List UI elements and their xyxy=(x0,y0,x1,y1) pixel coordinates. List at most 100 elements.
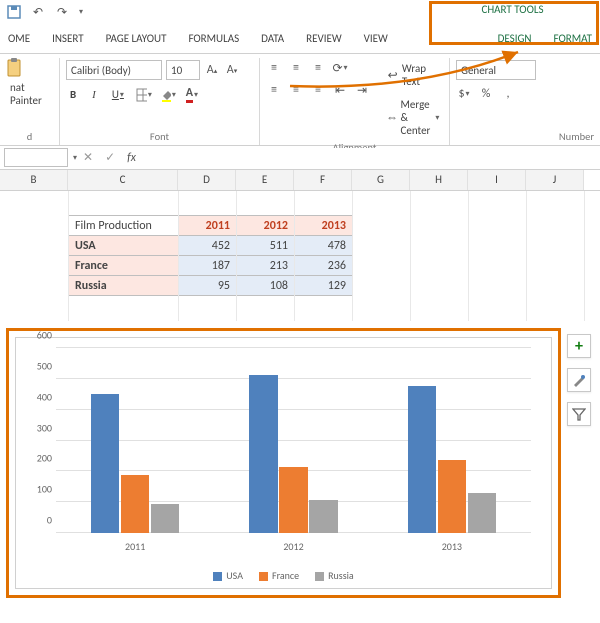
col-header-D[interactable]: D xyxy=(178,170,236,190)
table-cell[interactable]: 187 xyxy=(179,256,237,276)
col-header-E[interactable]: E xyxy=(236,170,294,190)
col-header-F[interactable]: F xyxy=(294,170,352,190)
formula-input[interactable] xyxy=(142,148,600,167)
increase-font-icon[interactable]: A▴ xyxy=(204,62,220,78)
merge-center-button[interactable]: ⇔ Merge & Center▾ xyxy=(382,96,443,139)
bar-france[interactable] xyxy=(438,460,467,533)
tab-data[interactable]: DATA xyxy=(259,30,286,47)
enter-icon[interactable]: ✓ xyxy=(99,150,121,165)
col-header-H[interactable]: H xyxy=(410,170,468,190)
table-cell[interactable]: 108 xyxy=(237,276,295,296)
indent-dec-icon[interactable]: ⇤ xyxy=(332,82,348,98)
wrap-text-button[interactable]: ↩ Wrap Text xyxy=(382,60,443,90)
wrap-text-icon: ↩ xyxy=(386,67,399,83)
tab-view[interactable]: VIEW xyxy=(362,30,390,47)
paste-icon[interactable] xyxy=(6,60,22,76)
data-table: Film Production201120122013 USA452511478 F… xyxy=(68,215,353,296)
table-cell[interactable]: 511 xyxy=(237,236,295,256)
bar-france[interactable] xyxy=(121,475,150,533)
indent-inc-icon[interactable]: ⇥ xyxy=(354,82,370,98)
undo-icon[interactable]: ↶ xyxy=(30,4,46,20)
legend-swatch xyxy=(315,572,324,581)
chart-legend[interactable]: USA France Russia xyxy=(16,569,551,582)
gridline xyxy=(56,347,531,348)
col-header-I[interactable]: I xyxy=(468,170,526,190)
chart-filters-button[interactable] xyxy=(567,402,591,426)
font-color-icon[interactable]: A▾ xyxy=(184,87,200,103)
table-cell[interactable]: 452 xyxy=(179,236,237,256)
legend-item[interactable]: Russia xyxy=(315,569,354,582)
table-header-title[interactable]: Film Production xyxy=(69,216,179,236)
save-icon[interactable] xyxy=(6,4,22,20)
table-row-label[interactable]: Russia xyxy=(69,276,179,296)
legend-item[interactable]: USA xyxy=(213,569,243,582)
col-header-B[interactable]: B xyxy=(0,170,68,190)
tab-design[interactable]: DESIGN xyxy=(496,30,534,47)
chart-object[interactable]: 0100200300400500600201120122013 USA Franc… xyxy=(6,328,561,598)
bar-russia[interactable] xyxy=(151,504,180,533)
fx-icon[interactable]: fx xyxy=(121,151,142,165)
border-icon[interactable]: ▾ xyxy=(136,87,152,103)
table-cell[interactable]: 236 xyxy=(295,256,353,276)
format-painter-button[interactable]: nat Painter xyxy=(6,79,53,109)
align-right-icon[interactable]: ≡ xyxy=(310,82,326,98)
bar-russia[interactable] xyxy=(468,493,497,533)
funnel-icon xyxy=(572,407,586,421)
chart-elements-button[interactable]: + xyxy=(567,334,591,358)
align-bottom-icon[interactable]: ≡ xyxy=(310,60,326,76)
merge-label: Merge & Center xyxy=(401,98,435,137)
formula-bar: ▾ ✕ ✓ fx xyxy=(0,146,600,170)
number-format-select[interactable]: General xyxy=(456,60,536,80)
underline-button[interactable]: U▾ xyxy=(108,86,128,103)
table-cell[interactable]: 213 xyxy=(237,256,295,276)
comma-icon[interactable]: , xyxy=(500,86,516,102)
gridline xyxy=(56,409,531,410)
bar-usa[interactable] xyxy=(91,394,120,533)
decrease-font-icon[interactable]: A▾ xyxy=(224,62,240,78)
bold-button[interactable]: B xyxy=(66,86,80,103)
table-row-label[interactable]: USA xyxy=(69,236,179,256)
tab-formulas[interactable]: FORMULAS xyxy=(186,30,241,47)
italic-button[interactable]: I xyxy=(88,87,100,103)
font-size-select[interactable]: 10 xyxy=(166,60,200,80)
plot-area[interactable]: 0100200300400500600201120122013 xyxy=(56,348,531,533)
table-header-year[interactable]: 2013 xyxy=(295,216,353,236)
col-header-C[interactable]: C xyxy=(68,170,178,190)
redo-icon[interactable]: ↷ xyxy=(54,4,70,20)
table-cell[interactable]: 478 xyxy=(295,236,353,256)
tab-page-layout[interactable]: PAGE LAYOUT xyxy=(104,30,169,47)
table-cell[interactable]: 95 xyxy=(179,276,237,296)
align-top-icon[interactable]: ≡ xyxy=(266,60,282,76)
bar-usa[interactable] xyxy=(249,375,278,533)
bar-france[interactable] xyxy=(279,467,308,533)
align-center-icon[interactable]: ≡ xyxy=(288,82,304,98)
tab-insert[interactable]: INSERT xyxy=(50,30,86,47)
table-header-year[interactable]: 2012 xyxy=(237,216,295,236)
chart-side-buttons: + xyxy=(567,334,591,426)
table-cell[interactable]: 129 xyxy=(295,276,353,296)
legend-item[interactable]: France xyxy=(259,569,299,582)
cancel-icon[interactable]: ✕ xyxy=(77,150,99,165)
col-header-G[interactable]: G xyxy=(352,170,410,190)
qat-dropdown-icon[interactable]: ▾ xyxy=(79,7,83,17)
tab-format[interactable]: FORMAT xyxy=(552,30,594,47)
align-left-icon[interactable]: ≡ xyxy=(266,82,282,98)
accounting-icon[interactable]: $▾ xyxy=(456,86,472,102)
font-family-select[interactable]: Calibri (Body) xyxy=(66,60,162,80)
chart-area[interactable]: 0100200300400500600201120122013 USA Franc… xyxy=(15,337,552,589)
tab-home[interactable]: OME xyxy=(6,30,32,47)
orientation-icon[interactable]: ⟳▾ xyxy=(332,60,348,76)
table-row-label[interactable]: France xyxy=(69,256,179,276)
bar-russia[interactable] xyxy=(309,500,338,533)
col-header-J[interactable]: J xyxy=(526,170,584,190)
legend-swatch xyxy=(259,572,268,581)
tab-review[interactable]: REVIEW xyxy=(304,30,344,47)
group-label-font: Font xyxy=(66,128,253,143)
align-middle-icon[interactable]: ≡ xyxy=(288,60,304,76)
bar-usa[interactable] xyxy=(408,386,437,533)
table-header-year[interactable]: 2011 xyxy=(179,216,237,236)
name-box[interactable] xyxy=(4,148,68,167)
fill-color-icon[interactable]: ▾ xyxy=(160,87,176,103)
percent-icon[interactable]: % xyxy=(478,86,494,102)
chart-styles-button[interactable] xyxy=(567,368,591,392)
